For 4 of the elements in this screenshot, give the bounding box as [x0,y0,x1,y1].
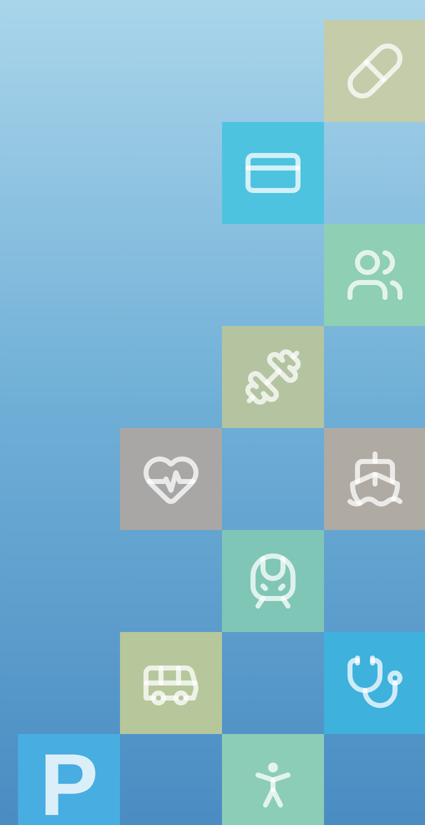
ship-icon [345,449,405,509]
pill-icon [345,41,405,101]
dumbbell-icon [243,347,303,407]
parking-letter: P [40,741,98,825]
